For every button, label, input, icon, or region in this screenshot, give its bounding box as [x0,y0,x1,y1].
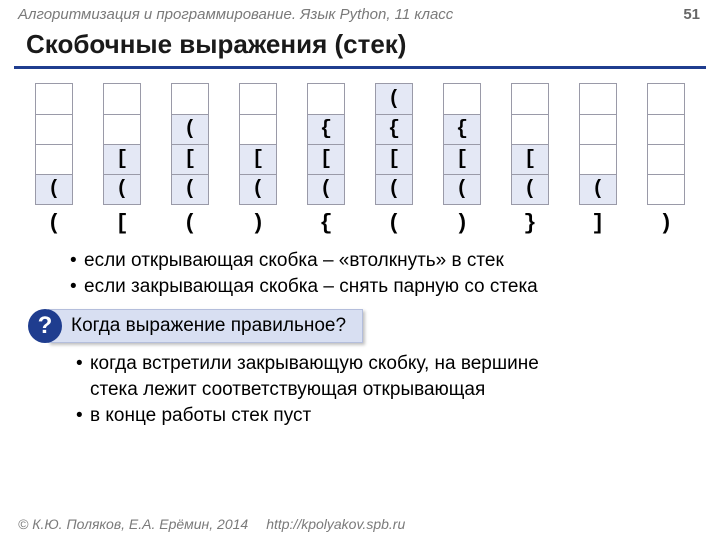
input-char: ( [183,211,196,236]
stack-cell: ( [376,84,412,114]
course-title: Алгоритмизация и программирование. Язык … [18,6,453,23]
answer-1: когда встретили закрывающую скобку, на в… [90,351,539,402]
stack-cell: { [376,114,412,144]
stack-cell: { [308,114,344,144]
stack-cell: ( [308,174,344,204]
stack-cells: [( [103,83,141,205]
question-row: ? Когда выражение правильное? [28,309,720,343]
stack-cell [104,84,140,114]
stack-cell: ( [376,174,412,204]
stack-cell: ( [36,174,72,204]
stack-column: ([(( [165,83,215,236]
rules-list: •если открывающая скобка – «втолкнуть» в… [70,248,690,299]
stack-cell [580,84,616,114]
stack-cells: {[( [443,83,481,205]
stack-cell: ( [240,174,276,204]
footer-url: http://kpolyakov.spb.ru [266,516,405,532]
stack-cell [648,174,684,204]
input-char: ( [47,211,60,236]
stack-cells [647,83,685,205]
rule-1: если открывающая скобка – «втолкнуть» в … [84,248,504,274]
stack-cell [648,144,684,174]
stack-cell: [ [376,144,412,174]
input-char: { [319,211,332,236]
stack-cell: [ [444,144,480,174]
stack-cell [512,114,548,144]
stack-column: {[() [437,83,487,236]
stack-cell: [ [512,144,548,174]
stack-cells: {[( [307,83,345,205]
stack-cell [648,84,684,114]
input-char: ) [251,211,264,236]
stack-column: (] [573,83,623,236]
answers-list: • когда встретили закрывающую скобку, на… [76,351,690,428]
stack-cell [36,144,72,174]
question-box: Когда выражение правильное? [48,309,363,343]
input-char: } [523,211,536,236]
stack-cell [444,84,480,114]
title-rule [14,66,706,69]
stack-cell [512,84,548,114]
slide-title: Скобочные выражения (стек) [0,25,720,66]
stack-cell [240,114,276,144]
stack-column: [() [233,83,283,236]
stack-cells: ({[( [375,83,413,205]
answer-2: в конце работы стек пуст [90,403,311,429]
stack-cell: ( [580,174,616,204]
course-header: Алгоритмизация и программирование. Язык … [0,0,720,25]
stack-column: ) [641,83,691,236]
stack-cell: ( [104,174,140,204]
rule-2: если закрывающая скобка – снять парную с… [84,274,538,300]
stack-column: [(} [505,83,555,236]
stack-cells: ( [579,83,617,205]
stack-cell [36,114,72,144]
input-char: [ [115,211,128,236]
stack-cell: ( [172,174,208,204]
stack-column: (( [29,83,79,236]
page-number: 51 [683,6,700,23]
stack-cell: [ [240,144,276,174]
stack-cell: [ [308,144,344,174]
stacks-row: (([([([(([(){[({({[(({[()[(}(]) [0,83,720,236]
stack-cell: ( [172,114,208,144]
stack-column: ({[(( [369,83,419,236]
stack-cell [580,144,616,174]
stack-cell [104,114,140,144]
stack-cells: [( [239,83,277,205]
stack-cell [172,84,208,114]
stack-cells: ([( [171,83,209,205]
stack-cell [240,84,276,114]
input-char: ] [591,211,604,236]
stack-cell: ( [512,174,548,204]
stack-column: [([ [97,83,147,236]
input-char: ) [659,211,672,236]
copyright: © К.Ю. Поляков, Е.А. Ерёмин, 2014 [18,516,248,532]
stack-cell [648,114,684,144]
stack-cell: ( [444,174,480,204]
stack-cell [580,114,616,144]
stack-cells: ( [35,83,73,205]
stack-cells: [( [511,83,549,205]
stack-cell [36,84,72,114]
stack-cell [308,84,344,114]
stack-cell: [ [104,144,140,174]
input-char: ) [455,211,468,236]
stack-cell: { [444,114,480,144]
footer: © К.Ю. Поляков, Е.А. Ерёмин, 2014 http:/… [18,516,702,532]
input-char: ( [387,211,400,236]
stack-cell: [ [172,144,208,174]
stack-column: {[({ [301,83,351,236]
